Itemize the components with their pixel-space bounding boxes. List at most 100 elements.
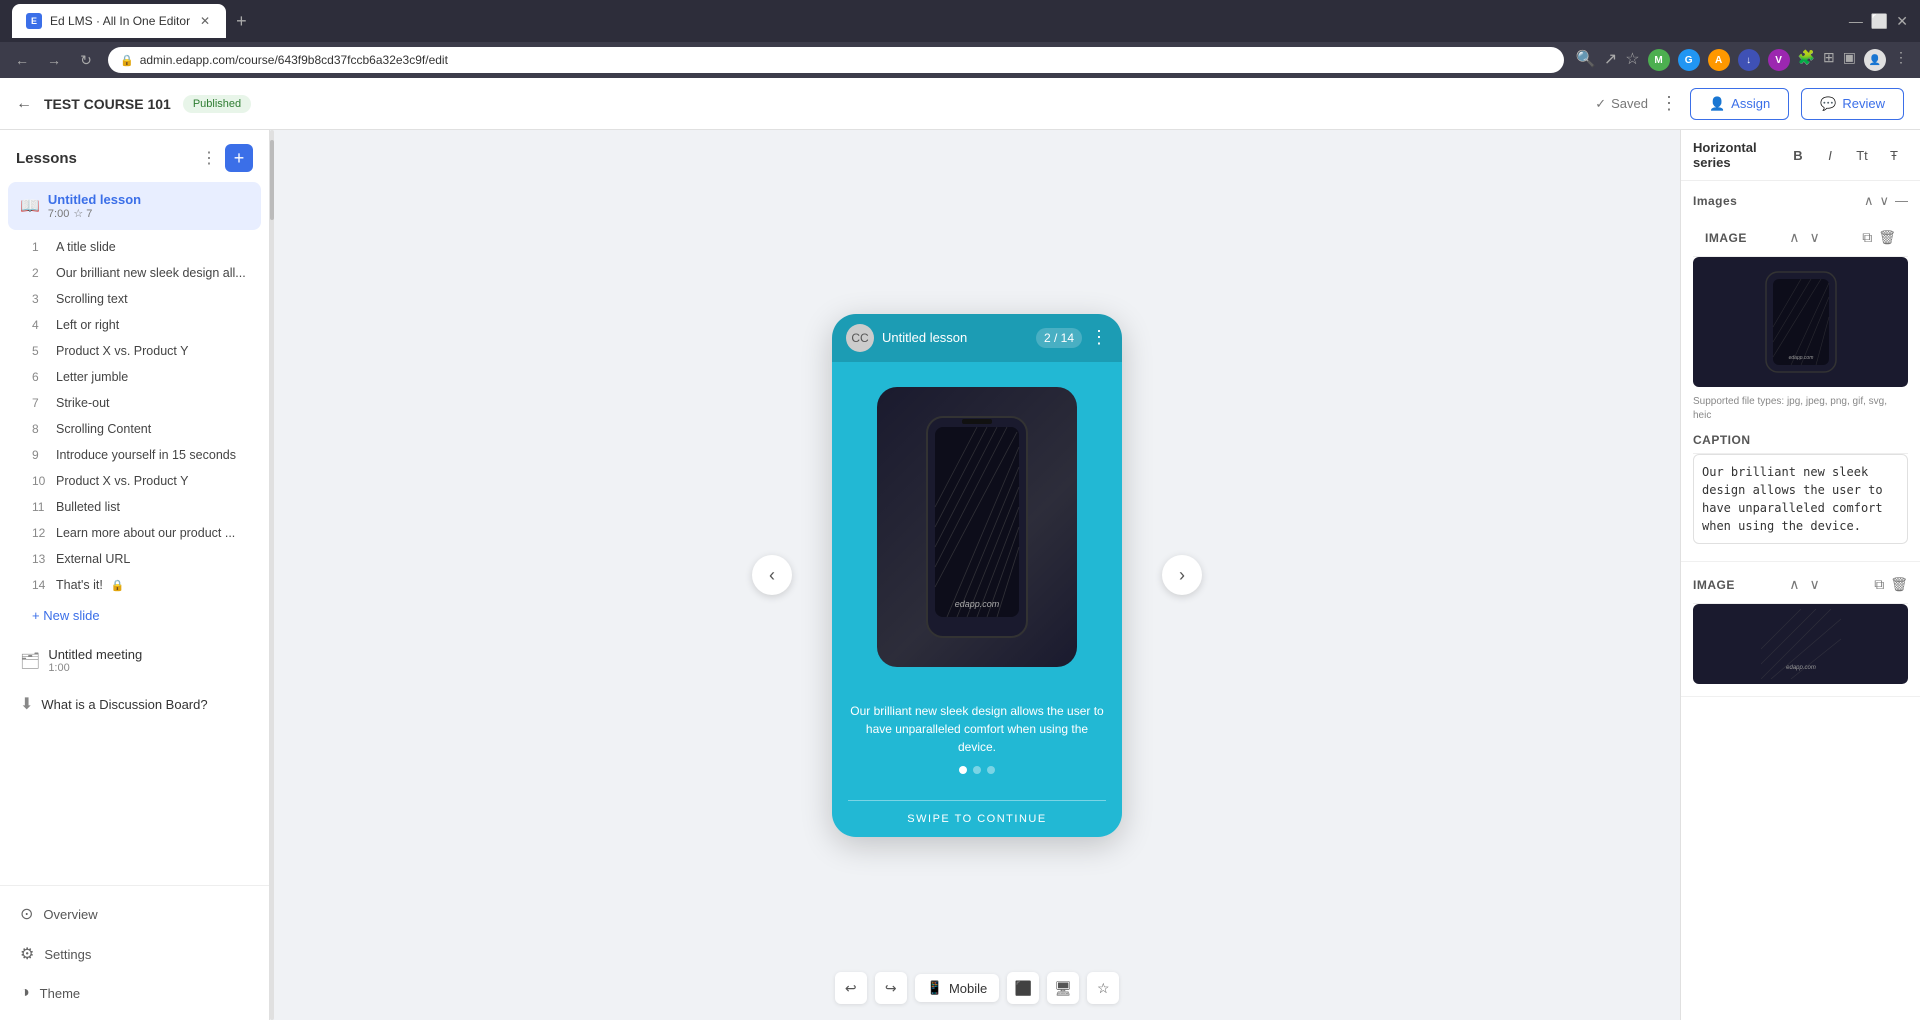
text-size-button[interactable]: Tt: [1848, 141, 1876, 169]
images-section-header: Images ∧ ∨ —: [1693, 193, 1908, 209]
minimize-section-button[interactable]: —: [1895, 193, 1908, 209]
lesson-item-active[interactable]: 📖 Untitled lesson 7:00 ☆ 7: [8, 182, 261, 230]
slide-item[interactable]: 8 Scrolling Content: [24, 416, 261, 442]
extension-icon-4[interactable]: ↓: [1738, 49, 1760, 71]
new-tab-button[interactable]: +: [236, 11, 247, 32]
extension-icon-5[interactable]: V: [1768, 49, 1790, 71]
sidebar-item-settings[interactable]: ⚙ Settings: [8, 934, 261, 974]
sidebar-more-button[interactable]: ⋮: [201, 148, 217, 168]
sidebar-header: Lessons ⋮ +: [0, 130, 269, 182]
close-window-button[interactable]: ✕: [1896, 13, 1908, 30]
browser-chrome: E Ed LMS · All In One Editor ✕ + — ⬜ ✕: [0, 0, 1920, 42]
theme-icon: ◑: [20, 984, 30, 1002]
image-nav-up-button[interactable]: ∧: [1785, 227, 1803, 248]
image-1-preview[interactable]: edapp.com: [1693, 257, 1908, 387]
slide-number: 7: [32, 396, 48, 410]
profile-avatar[interactable]: 👤: [1864, 49, 1886, 71]
slide-title: Product X vs. Product Y: [56, 344, 188, 358]
mobile-icon: 📱: [927, 980, 943, 996]
active-tab[interactable]: E Ed LMS · All In One Editor ✕: [12, 4, 226, 38]
slide-item[interactable]: 6 Letter jumble: [24, 364, 261, 390]
assign-button[interactable]: 👤 Assign: [1690, 88, 1789, 120]
extension-icon-2[interactable]: G: [1678, 49, 1700, 71]
svg-text:edapp.com: edapp.com: [1786, 665, 1816, 671]
bookmark-icon[interactable]: ☆: [1625, 49, 1639, 71]
slide-item[interactable]: 9 Introduce yourself in 15 seconds: [24, 442, 261, 468]
expand-up-button[interactable]: ∧: [1864, 193, 1874, 209]
split-view-button[interactable]: ▣: [1843, 49, 1856, 71]
slide-item[interactable]: 11 Bulleted list: [24, 494, 261, 520]
slide-item[interactable]: 4 Left or right: [24, 312, 261, 338]
delete-image-2-button[interactable]: 🗑: [1890, 576, 1908, 593]
desktop-view-button[interactable]: 🖥: [1047, 972, 1079, 1004]
extension-icon-3[interactable]: A: [1708, 49, 1730, 71]
tab-close-button[interactable]: ✕: [198, 14, 212, 28]
review-button[interactable]: 💬 Review: [1801, 88, 1904, 120]
sidebar-item-theme[interactable]: ◑ Theme: [8, 974, 261, 1012]
minimize-window-button[interactable]: —: [1849, 13, 1863, 29]
italic-button[interactable]: I: [1816, 141, 1844, 169]
add-lesson-button[interactable]: +: [225, 144, 253, 172]
bold-button[interactable]: B: [1784, 141, 1812, 169]
browser-menu-button[interactable]: ⋮: [1894, 49, 1908, 71]
extension-icon-1[interactable]: M: [1648, 49, 1670, 71]
search-icon[interactable]: 🔍: [1576, 49, 1596, 71]
meeting-item[interactable]: 🗂 Untitled meeting 1:00: [8, 637, 261, 684]
address-input[interactable]: 🔒 admin.edapp.com/course/643f9b8cd37fccb…: [108, 47, 1564, 73]
slide-number: 11: [32, 500, 48, 514]
restore-window-button[interactable]: ⬜: [1871, 13, 1888, 30]
refresh-button[interactable]: ↻: [76, 52, 96, 69]
tablet-view-button[interactable]: ⬛: [1007, 972, 1039, 1004]
image-2-preview[interactable]: edapp.com: [1693, 604, 1908, 684]
image-action-buttons: ⧉ 🗑: [1862, 229, 1896, 246]
lesson-icon: 📖: [20, 196, 40, 216]
tab-title: Ed LMS · All In One Editor: [50, 14, 190, 28]
slide-item[interactable]: 12 Learn more about our product ...: [24, 520, 261, 546]
slide-item[interactable]: 10 Product X vs. Product Y: [24, 468, 261, 494]
caption-section-label: CAPTION: [1693, 433, 1751, 447]
slide-title: Product X vs. Product Y: [56, 474, 188, 488]
image-2-nav-down-button[interactable]: ∨: [1806, 574, 1824, 595]
window-controls: — ⬜ ✕: [1849, 13, 1908, 30]
slide-item[interactable]: 14 That's it! 🔒: [24, 572, 261, 598]
mobile-view-button[interactable]: 📱 Mobile: [915, 974, 999, 1002]
share-icon[interactable]: ↗: [1604, 49, 1617, 71]
sidebar-toggle-button[interactable]: ⊞: [1823, 49, 1835, 71]
discussion-item[interactable]: ⬇ What is a Discussion Board?: [8, 684, 261, 724]
back-button[interactable]: ←: [12, 52, 32, 68]
phone-menu-button[interactable]: ⋮: [1090, 327, 1108, 348]
slide-item[interactable]: 7 Strike-out: [24, 390, 261, 416]
panel-toolbar: Horizontal series B I Tt Ŧ: [1681, 130, 1920, 181]
slide-item[interactable]: 5 Product X vs. Product Y: [24, 338, 261, 364]
sidebar-item-overview[interactable]: ⊙ Overview: [8, 894, 261, 934]
more-options-button[interactable]: ⋮: [1660, 93, 1678, 114]
caption-input[interactable]: [1693, 454, 1908, 544]
slide-item[interactable]: 2 Our brilliant new sleek design all...: [24, 260, 261, 286]
redo-button[interactable]: ↪: [875, 972, 907, 1004]
extensions-button[interactable]: 🧩: [1798, 49, 1815, 71]
back-to-courses-button[interactable]: ←: [16, 95, 32, 113]
expand-down-button[interactable]: ∨: [1879, 193, 1889, 209]
image-2-nav-up-button[interactable]: ∧: [1785, 574, 1803, 595]
next-slide-button[interactable]: ›: [1162, 555, 1202, 595]
favorite-button[interactable]: ☆: [1087, 972, 1119, 1004]
undo-button[interactable]: ↩: [835, 972, 867, 1004]
slide-number: 9: [32, 448, 48, 462]
phone-caption-area: Our brilliant new sleek design allows th…: [832, 692, 1122, 800]
slide-item[interactable]: 3 Scrolling text: [24, 286, 261, 312]
image-2-section: IMAGE ∧ ∨ ⧉ 🗑: [1681, 562, 1920, 697]
prev-slide-button[interactable]: ‹: [752, 555, 792, 595]
slide-title: External URL: [56, 552, 130, 566]
copy-image-2-button[interactable]: ⧉: [1874, 576, 1884, 593]
forward-button[interactable]: →: [44, 52, 64, 68]
copy-image-button[interactable]: ⧉: [1862, 229, 1872, 246]
new-slide-button[interactable]: + New slide: [8, 602, 261, 629]
slide-item[interactable]: 1 A title slide: [24, 234, 261, 260]
lesson-group-active: 📖 Untitled lesson 7:00 ☆ 7 1 A title sli…: [8, 182, 261, 629]
delete-image-button[interactable]: 🗑: [1878, 229, 1896, 246]
image-nav-down-button[interactable]: ∨: [1806, 227, 1824, 248]
slide-item[interactable]: 13 External URL: [24, 546, 261, 572]
text-format-button[interactable]: Ŧ: [1880, 141, 1908, 169]
url-display: admin.edapp.com/course/643f9b8cd37fccb6a…: [140, 53, 448, 67]
overview-label: Overview: [43, 907, 97, 922]
